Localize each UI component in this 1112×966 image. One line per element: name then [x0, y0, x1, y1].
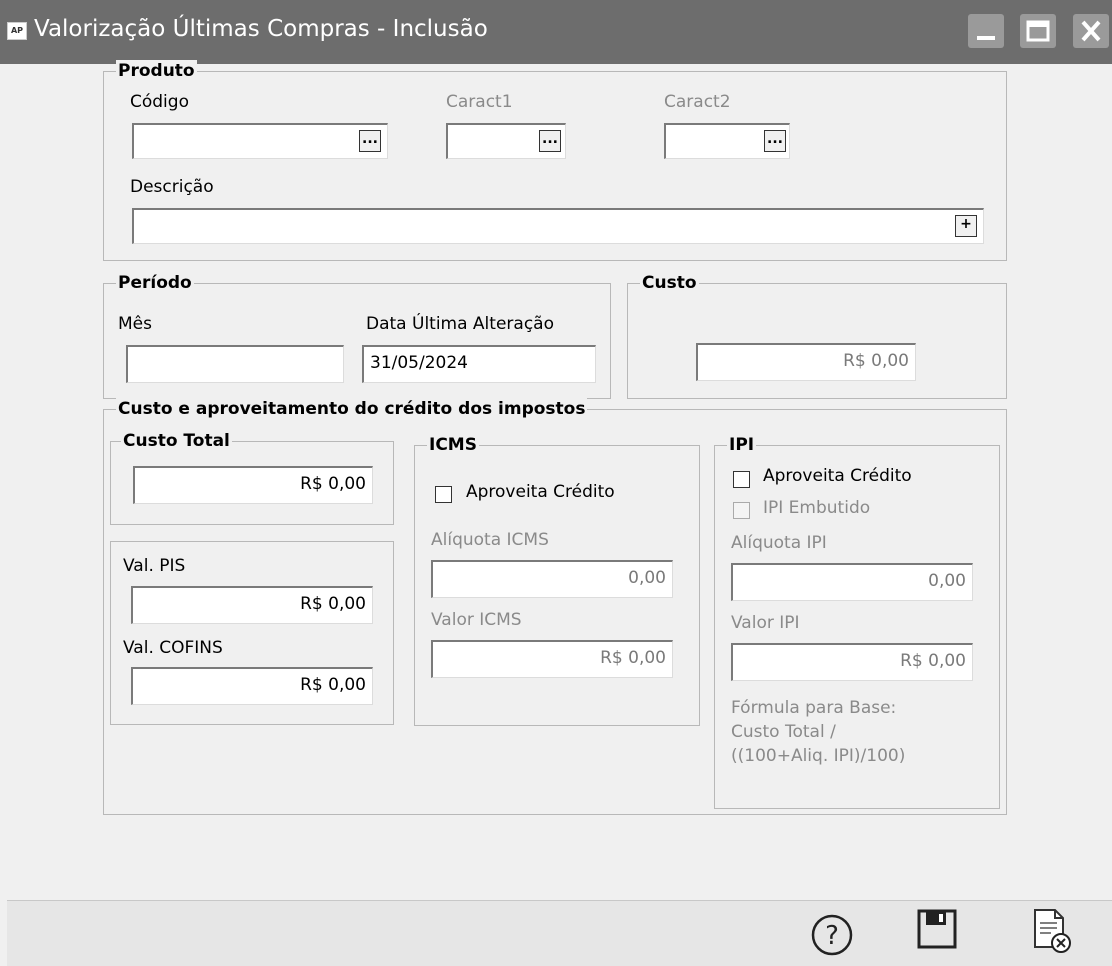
cancel-document-icon[interactable] — [1029, 907, 1077, 959]
aliquota-icms-input[interactable]: 0,00 — [431, 560, 673, 598]
cofins-label: Val. COFINS — [123, 638, 223, 658]
custo-total-legend: Custo Total — [121, 430, 232, 452]
formula-line-3: ((100+Aliq. IPI)/100) — [731, 746, 906, 766]
caract1-label: Caract1 — [446, 92, 513, 112]
caract1-lookup-button[interactable]: ... — [539, 130, 561, 152]
aliquota-ipi-label: Alíquota IPI — [731, 533, 827, 553]
mes-label: Mês — [118, 314, 152, 334]
custo-group: Custo R$ 0,00 — [627, 272, 1007, 399]
impostos-group: Custo e aproveitamento do crédito dos im… — [103, 398, 1007, 815]
custo-total-input[interactable]: R$ 0,00 — [133, 466, 373, 504]
pis-label: Val. PIS — [123, 556, 186, 576]
codigo-label: Código — [130, 92, 189, 112]
maximize-button[interactable] — [1020, 14, 1056, 48]
descricao-input[interactable] — [132, 208, 984, 244]
icms-aproveita-label[interactable]: Aproveita Crédito — [466, 482, 615, 502]
valor-icms-input[interactable]: R$ 0,00 — [431, 640, 673, 678]
data-alteracao-input[interactable]: 31/05/2024 — [362, 345, 596, 383]
cofins-input[interactable]: R$ 0,00 — [131, 667, 373, 705]
custo-total-group: Custo Total R$ 0,00 — [110, 430, 394, 525]
caract2-label: Caract2 — [664, 92, 731, 112]
close-icon — [1081, 20, 1101, 42]
app-icon: AP — [7, 22, 27, 40]
descricao-add-button[interactable]: + — [955, 215, 977, 237]
descricao-label: Descrição — [130, 177, 214, 197]
ipi-embutido-checkbox[interactable] — [733, 502, 750, 519]
help-icon[interactable]: ? — [808, 911, 856, 959]
ipi-embutido-label[interactable]: IPI Embutido — [763, 498, 870, 518]
maximize-icon — [1026, 20, 1050, 42]
ipi-legend: IPI — [727, 434, 757, 456]
icms-legend: ICMS — [427, 434, 479, 456]
codigo-input[interactable] — [132, 123, 388, 159]
custo-legend: Custo — [640, 272, 699, 294]
produto-group: Produto Código Caract1 Caract2 ... ... .… — [103, 60, 1007, 261]
pis-input[interactable]: R$ 0,00 — [131, 586, 373, 624]
minimize-button[interactable] — [968, 14, 1004, 48]
window-title: Valorização Últimas Compras - Inclusão — [34, 16, 488, 42]
valor-icms-label: Valor ICMS — [431, 610, 522, 630]
mes-input[interactable] — [126, 345, 344, 383]
close-button[interactable] — [1073, 14, 1109, 48]
bottom-toolbar: ? — [7, 900, 1112, 966]
valor-ipi-input[interactable]: R$ 0,00 — [731, 643, 973, 681]
minimize-icon — [977, 36, 995, 40]
icms-group: ICMS Aproveita Crédito Alíquota ICMS 0,0… — [414, 434, 700, 726]
icms-aproveita-checkbox[interactable] — [435, 486, 452, 503]
form-body: Produto Código Caract1 Caract2 ... ... .… — [7, 60, 1112, 900]
aliquota-ipi-input[interactable]: 0,00 — [731, 563, 973, 601]
data-alteracao-label: Data Última Alteração — [366, 314, 554, 334]
periodo-legend: Período — [116, 272, 194, 294]
formula-line-1: Fórmula para Base: — [731, 698, 897, 718]
codigo-lookup-button[interactable]: ... — [359, 130, 381, 152]
impostos-legend: Custo e aproveitamento do crédito dos im… — [116, 398, 588, 420]
formula-line-2: Custo Total / — [731, 722, 836, 742]
ipi-group: IPI Aproveita Crédito IPI Embutido Alíqu… — [714, 434, 1000, 809]
title-bar: AP Valorização Últimas Compras - Inclusã… — [0, 0, 1112, 64]
produto-legend: Produto — [116, 60, 197, 82]
custo-input[interactable]: R$ 0,00 — [696, 343, 916, 381]
ipi-aproveita-label[interactable]: Aproveita Crédito — [763, 466, 912, 486]
periodo-group: Período Mês Data Última Alteração 31/05/… — [103, 272, 611, 399]
save-icon[interactable] — [915, 907, 963, 955]
valor-ipi-label: Valor IPI — [731, 613, 800, 633]
svg-text:?: ? — [825, 921, 839, 951]
caract2-lookup-button[interactable]: ... — [764, 130, 786, 152]
ipi-aproveita-checkbox[interactable] — [733, 471, 750, 488]
pis-cofins-group: Val. PIS R$ 0,00 Val. COFINS R$ 0,00 — [110, 541, 394, 725]
aliquota-icms-label: Alíquota ICMS — [431, 530, 549, 550]
